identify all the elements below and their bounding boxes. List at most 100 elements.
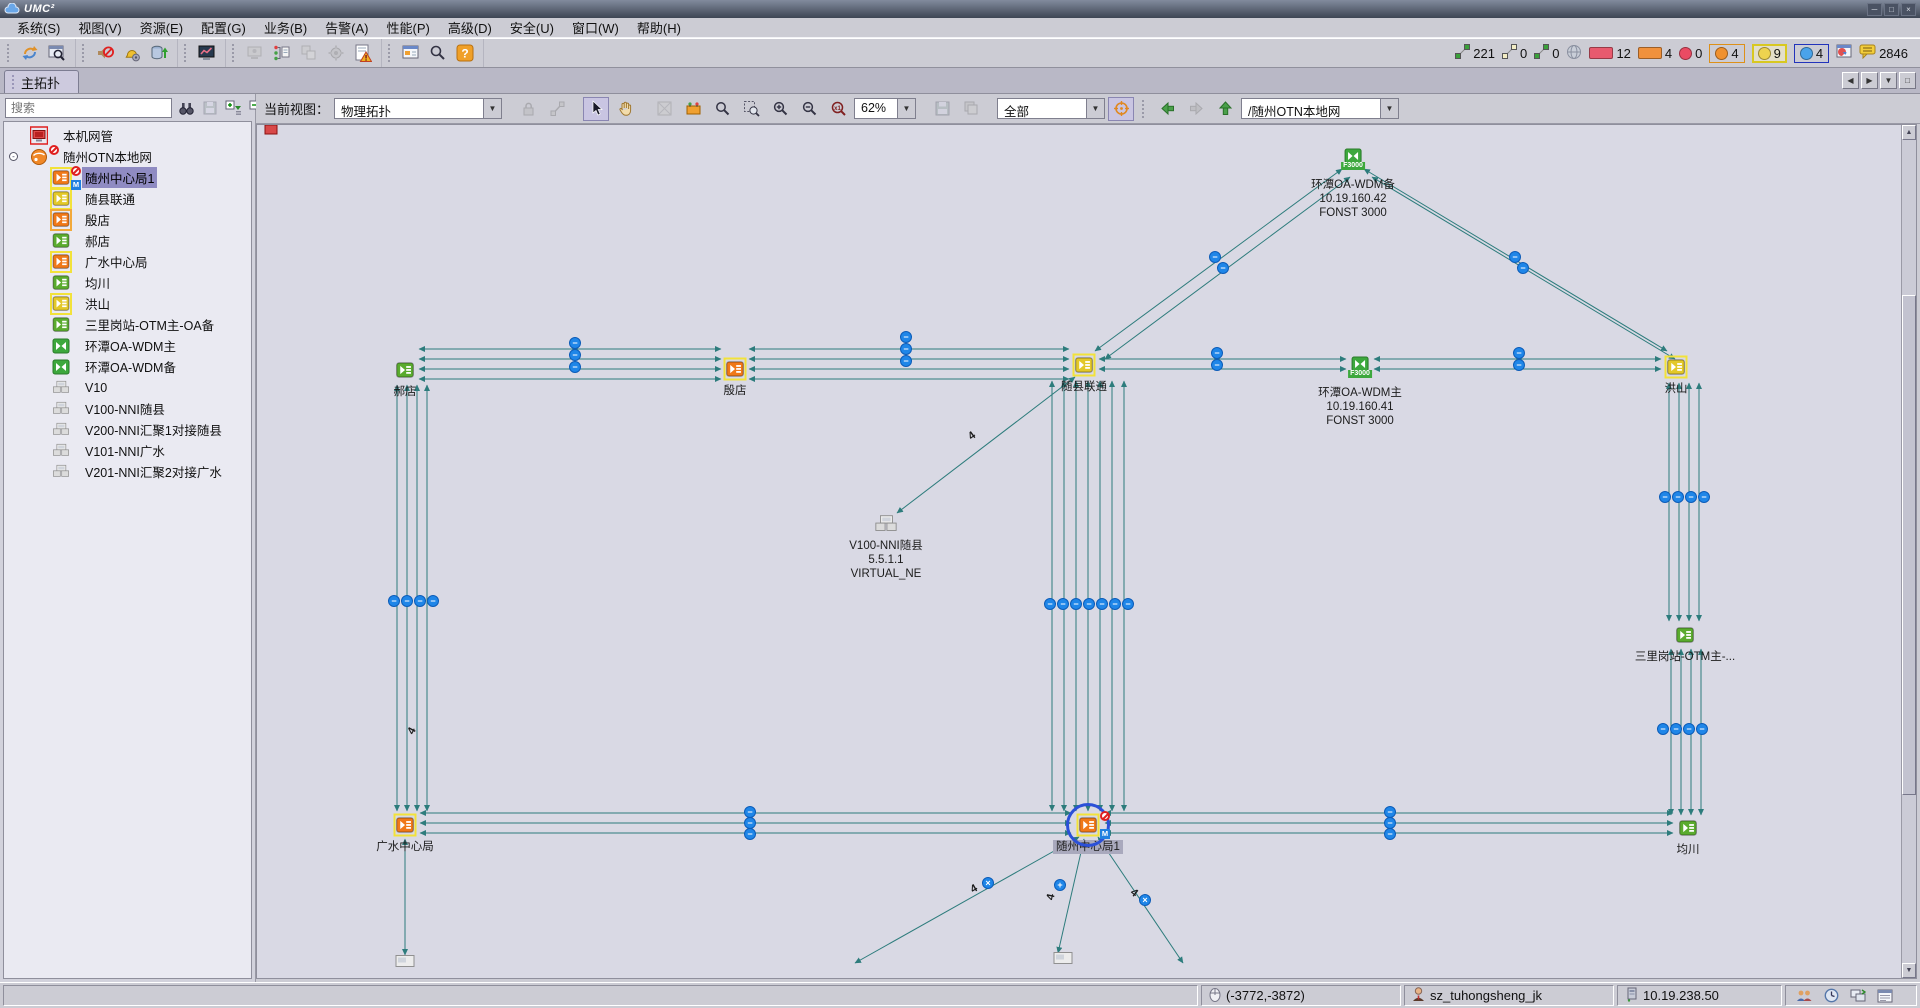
browse-ne-button[interactable] (43, 41, 70, 66)
link-status-badge[interactable]: − (1384, 828, 1396, 840)
link-status-badge[interactable]: − (569, 349, 581, 361)
network-status[interactable] (1566, 44, 1582, 63)
link-status-badge[interactable]: − (744, 828, 756, 840)
link-status-badge[interactable]: − (1122, 598, 1134, 610)
toolbar-drag-handle[interactable] (7, 44, 11, 62)
menu-item-8[interactable]: 安全(U) (501, 17, 563, 38)
alarm-settings-button[interactable] (118, 41, 145, 66)
online-users-icon[interactable] (1793, 987, 1815, 1005)
path-combobox[interactable]: /随州OTN本地网 ▼ (1241, 98, 1399, 119)
toolbar-drag-handle[interactable] (232, 44, 236, 62)
link-status-badge[interactable]: − (1685, 491, 1697, 503)
tree-item-6[interactable]: 广水中心局 (4, 251, 251, 272)
toolbar-drag-handle[interactable] (184, 44, 188, 62)
zoom-reset-button[interactable]: x1 (825, 97, 851, 121)
link-status-badge[interactable]: + (1054, 879, 1066, 891)
menu-item-1[interactable]: 视图(V) (69, 17, 130, 38)
link-status-badge[interactable]: − (1044, 598, 1056, 610)
tree-item-5[interactable]: 郝店 (4, 230, 251, 251)
lock-view-button[interactable] (515, 97, 541, 121)
menu-item-10[interactable]: 帮助(H) (628, 17, 690, 38)
menu-item-6[interactable]: 性能(P) (378, 17, 439, 38)
tree-item-11[interactable]: 环潭OA-WDM备 (4, 356, 251, 377)
alarm-list-button[interactable] (349, 41, 376, 66)
help-button[interactable]: ? (451, 41, 478, 66)
save-tree-icon[interactable] (201, 98, 219, 118)
vertical-scrollbar[interactable]: ▲ ▼ (1901, 125, 1916, 978)
zoom-out-button[interactable] (796, 97, 822, 121)
pan-hand-button[interactable] (612, 97, 638, 121)
tree-item-9[interactable]: 三里岗站-OTM主-OA备 (4, 314, 251, 335)
tree-item-15[interactable]: V101-NNI广水 (4, 440, 251, 461)
link-status-badge[interactable]: − (1057, 598, 1069, 610)
critical-alarm-count[interactable]: 0 (1679, 46, 1702, 61)
link-status-badge[interactable]: × (1139, 894, 1151, 906)
link-status-badge[interactable]: − (1096, 598, 1108, 610)
tree-item-1[interactable]: -随州OTN本地网 (4, 146, 251, 167)
link-status-badge[interactable]: − (1513, 347, 1525, 359)
toolbar-drag-handle[interactable] (388, 44, 392, 62)
minimize-button[interactable]: ─ (1867, 3, 1882, 16)
link-status-badge[interactable]: − (1217, 262, 1229, 274)
selected-links[interactable]: 0 (1534, 44, 1559, 62)
data-sync-icon[interactable] (1847, 987, 1869, 1005)
locate-target-button[interactable] (1108, 97, 1134, 121)
link-status-badge[interactable]: − (1083, 598, 1095, 610)
chevron-down-icon[interactable]: ▼ (897, 99, 915, 118)
link-status-badge[interactable]: × (982, 877, 994, 889)
layers-button[interactable] (958, 97, 984, 121)
menu-item-7[interactable]: 高级(D) (439, 17, 501, 38)
save-layout-button[interactable] (929, 97, 955, 121)
scroll-up-button[interactable]: ▲ (1902, 125, 1916, 140)
current-view-combobox[interactable]: 物理拓扑 ▼ (334, 98, 502, 119)
aggregate-view-button[interactable] (680, 97, 706, 121)
major-alarm-count[interactable]: 4 (1709, 44, 1744, 63)
topology-link-42[interactable] (897, 377, 1075, 513)
tab-scroll-left-button[interactable]: ◀ (1842, 72, 1859, 89)
copy-view-button[interactable] (295, 41, 322, 66)
scrollbar-thumb[interactable] (1902, 295, 1916, 795)
find-icon[interactable] (177, 98, 196, 118)
scroll-down-button[interactable]: ▼ (1902, 963, 1916, 978)
link-status-badge[interactable]: − (1696, 723, 1708, 735)
chevron-down-icon[interactable]: ▼ (483, 99, 501, 118)
unread-messages[interactable]: 2846 (1859, 44, 1908, 62)
tab-list-button[interactable]: ▼ (1880, 72, 1897, 89)
zoom-level-combobox[interactable]: 62% ▼ (854, 98, 916, 119)
alarm-statistics[interactable] (1836, 44, 1852, 62)
link-status-badge[interactable]: − (1211, 359, 1223, 371)
menu-item-0[interactable]: 系统(S) (8, 17, 69, 38)
select-cursor-button[interactable] (583, 97, 609, 121)
link-status-badge[interactable]: − (900, 355, 912, 367)
magnifier-button[interactable] (709, 97, 735, 121)
link-status-badge[interactable]: − (1657, 723, 1669, 735)
menu-item-9[interactable]: 窗口(W) (563, 17, 628, 38)
panel-view-button[interactable] (397, 41, 424, 66)
marquee-zoom-button[interactable] (738, 97, 764, 121)
standby-links[interactable]: 0 (1502, 44, 1527, 62)
tree-item-8[interactable]: 洪山 (4, 293, 251, 314)
link-status-badge[interactable]: − (1517, 262, 1529, 274)
tab-main-topology[interactable]: 主拓扑 (4, 70, 79, 93)
link-status-badge[interactable]: − (1670, 723, 1682, 735)
tab-scroll-right-button[interactable]: ▶ (1861, 72, 1878, 89)
navigate-up-button[interactable] (1212, 97, 1238, 121)
link-status-badge[interactable]: − (1109, 598, 1121, 610)
create-link-button[interactable] (544, 97, 570, 121)
chevron-down-icon[interactable]: ▼ (1380, 99, 1398, 118)
major-alarm-bar[interactable]: 4 (1638, 46, 1672, 61)
link-status-badge[interactable]: − (900, 343, 912, 355)
navigate-back-button[interactable] (1154, 97, 1180, 121)
tree-item-16[interactable]: V201-NNI汇聚2对接广水 (4, 461, 251, 482)
link-status-badge[interactable]: − (414, 595, 426, 607)
topology-link-43[interactable] (855, 837, 1079, 963)
performance-monitor-button[interactable] (193, 41, 220, 66)
topology-link-44[interactable] (1058, 839, 1084, 953)
tree-item-12[interactable]: V10 (4, 377, 251, 398)
link-status-badge[interactable]: − (569, 361, 581, 373)
link-status-badge[interactable]: − (1659, 491, 1671, 503)
settings-gear-button[interactable] (322, 41, 349, 66)
menu-item-4[interactable]: 业务(B) (255, 17, 316, 38)
ne-data-upload-button[interactable] (145, 41, 172, 66)
link-status-badge[interactable]: − (1070, 598, 1082, 610)
